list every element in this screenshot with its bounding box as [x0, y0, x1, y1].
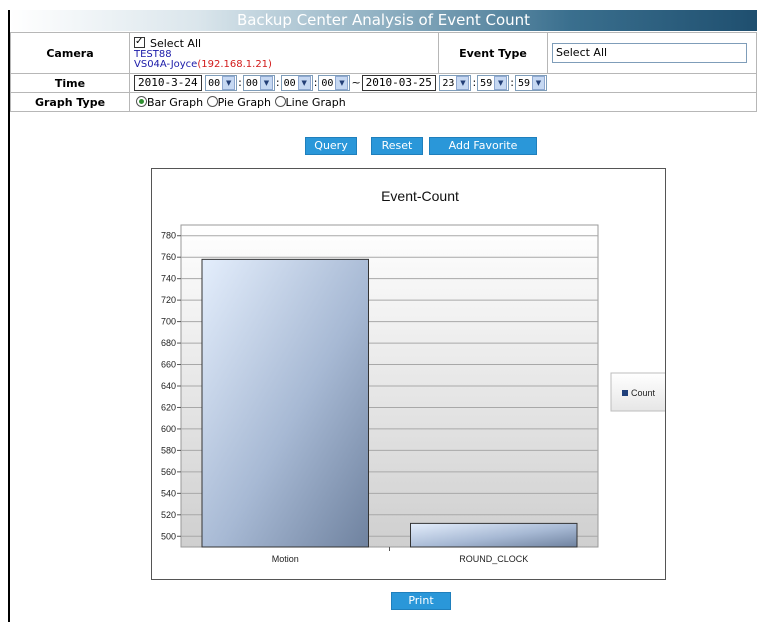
y-tick-label: 500 — [161, 531, 176, 541]
y-tick-label: 640 — [161, 381, 176, 391]
page-title: Backup Center Analysis of Event Count — [10, 10, 757, 31]
x-axis-labels: Motion ROUND_CLOCK — [272, 547, 528, 564]
end-hour-select[interactable]: 23 ▼ — [439, 75, 472, 91]
line-graph-radio[interactable] — [274, 95, 286, 107]
y-tick-label: 720 — [161, 295, 176, 305]
start-date-input[interactable]: 2010-3-24 — [134, 75, 202, 91]
pie-graph-label: Pie Graph — [217, 95, 272, 109]
graph-type-label: Graph Type — [10, 92, 130, 112]
chevron-down-icon: ▼ — [494, 76, 508, 90]
graph-type-cell: Bar Graph Pie Graph Line Graph — [129, 92, 757, 112]
reset-button[interactable]: Reset — [371, 137, 423, 155]
y-tick-label: 580 — [161, 445, 176, 455]
add-favorite-button[interactable]: Add Favorite — [429, 137, 537, 155]
chart-frame: Event-Count 500 520 540 560 580 600 620 640 660 6… — [151, 168, 666, 580]
bar-graph-radio[interactable] — [136, 95, 147, 107]
chart-title: Event-Count — [381, 188, 459, 204]
end-second-select[interactable]: 59 ▼ — [514, 75, 547, 91]
y-tick-label: 540 — [161, 488, 176, 498]
y-axis-ticks: 500 520 540 560 580 600 620 640 660 680 700 720 740 7… — [161, 231, 181, 541]
event-type-cell: Select All — [547, 32, 757, 74]
range-tilde: ~ — [351, 76, 361, 89]
chevron-down-icon: ▼ — [259, 76, 273, 90]
camera-cell: Select All TEST88 VS04A-Joyce(192.168.1.… — [129, 32, 439, 74]
query-button[interactable]: Query — [305, 137, 357, 155]
chevron-down-icon: ▼ — [222, 76, 236, 90]
x-category-label: ROUND_CLOCK — [459, 554, 528, 564]
y-tick-label: 780 — [161, 231, 176, 241]
y-tick-label: 620 — [161, 402, 176, 412]
x-category-label: Motion — [272, 554, 299, 564]
time-label: Time — [10, 73, 130, 93]
chevron-down-icon: ▼ — [335, 76, 349, 90]
y-tick-label: 700 — [161, 317, 176, 327]
end-date-input[interactable]: 2010-03-25 — [361, 75, 436, 91]
y-tick-label: 520 — [161, 510, 176, 520]
bar-graph-label: Bar Graph — [147, 95, 204, 109]
select-all-row[interactable]: Select All — [134, 35, 434, 50]
y-tick-label: 660 — [161, 360, 176, 370]
camera-ip: (192.168.1.21) — [197, 58, 272, 70]
y-tick-label: 600 — [161, 424, 176, 434]
camera-item-2[interactable]: VS04A-Joyce(192.168.1.21) — [134, 58, 434, 70]
event-type-select[interactable]: Select All — [552, 43, 747, 63]
bar-motion — [201, 258, 369, 548]
y-tick-label: 560 — [161, 467, 176, 477]
legend: Count — [610, 372, 665, 412]
chevron-down-icon: ▼ — [297, 76, 311, 90]
start-second-select[interactable]: 00 ▼ — [280, 75, 313, 91]
start-hour-select[interactable]: 00 ▼ — [205, 75, 238, 91]
y-tick-label: 740 — [161, 274, 176, 284]
chevron-down-icon: ▼ — [531, 76, 545, 90]
bar-round-clock — [410, 522, 578, 548]
select-all-checkbox[interactable] — [134, 35, 145, 48]
bar-chart: Event-Count 500 520 540 560 580 600 620 640 660 6… — [161, 188, 665, 564]
print-button[interactable]: Print — [391, 592, 451, 610]
start-extra-select[interactable]: 00 ▼ — [318, 75, 351, 91]
legend-label: Count — [631, 388, 656, 398]
y-tick-label: 680 — [161, 338, 176, 348]
camera-name: VS04A-Joyce — [134, 58, 198, 70]
start-minute-select[interactable]: 00 ▼ — [242, 75, 275, 91]
page: Backup Center Analysis of Event Count Ca… — [0, 0, 757, 622]
y-tick-label: 760 — [161, 252, 176, 262]
legend-swatch — [622, 390, 628, 396]
time-cell: 2010-3-24 00 ▼:00 ▼:00 ▼:00 ▼ ~2010-03-25 23 ▼… — [129, 73, 757, 93]
line-graph-label: Line Graph — [285, 95, 346, 109]
pie-graph-radio[interactable] — [206, 95, 218, 107]
camera-label: Camera — [10, 32, 130, 74]
chevron-down-icon: ▼ — [456, 76, 470, 90]
end-minute-select[interactable]: 59 ▼ — [477, 75, 510, 91]
filter-form: Camera Select All TEST88 VS04A-Joyce(192… — [10, 32, 757, 112]
event-type-label: Event Type — [438, 32, 548, 74]
